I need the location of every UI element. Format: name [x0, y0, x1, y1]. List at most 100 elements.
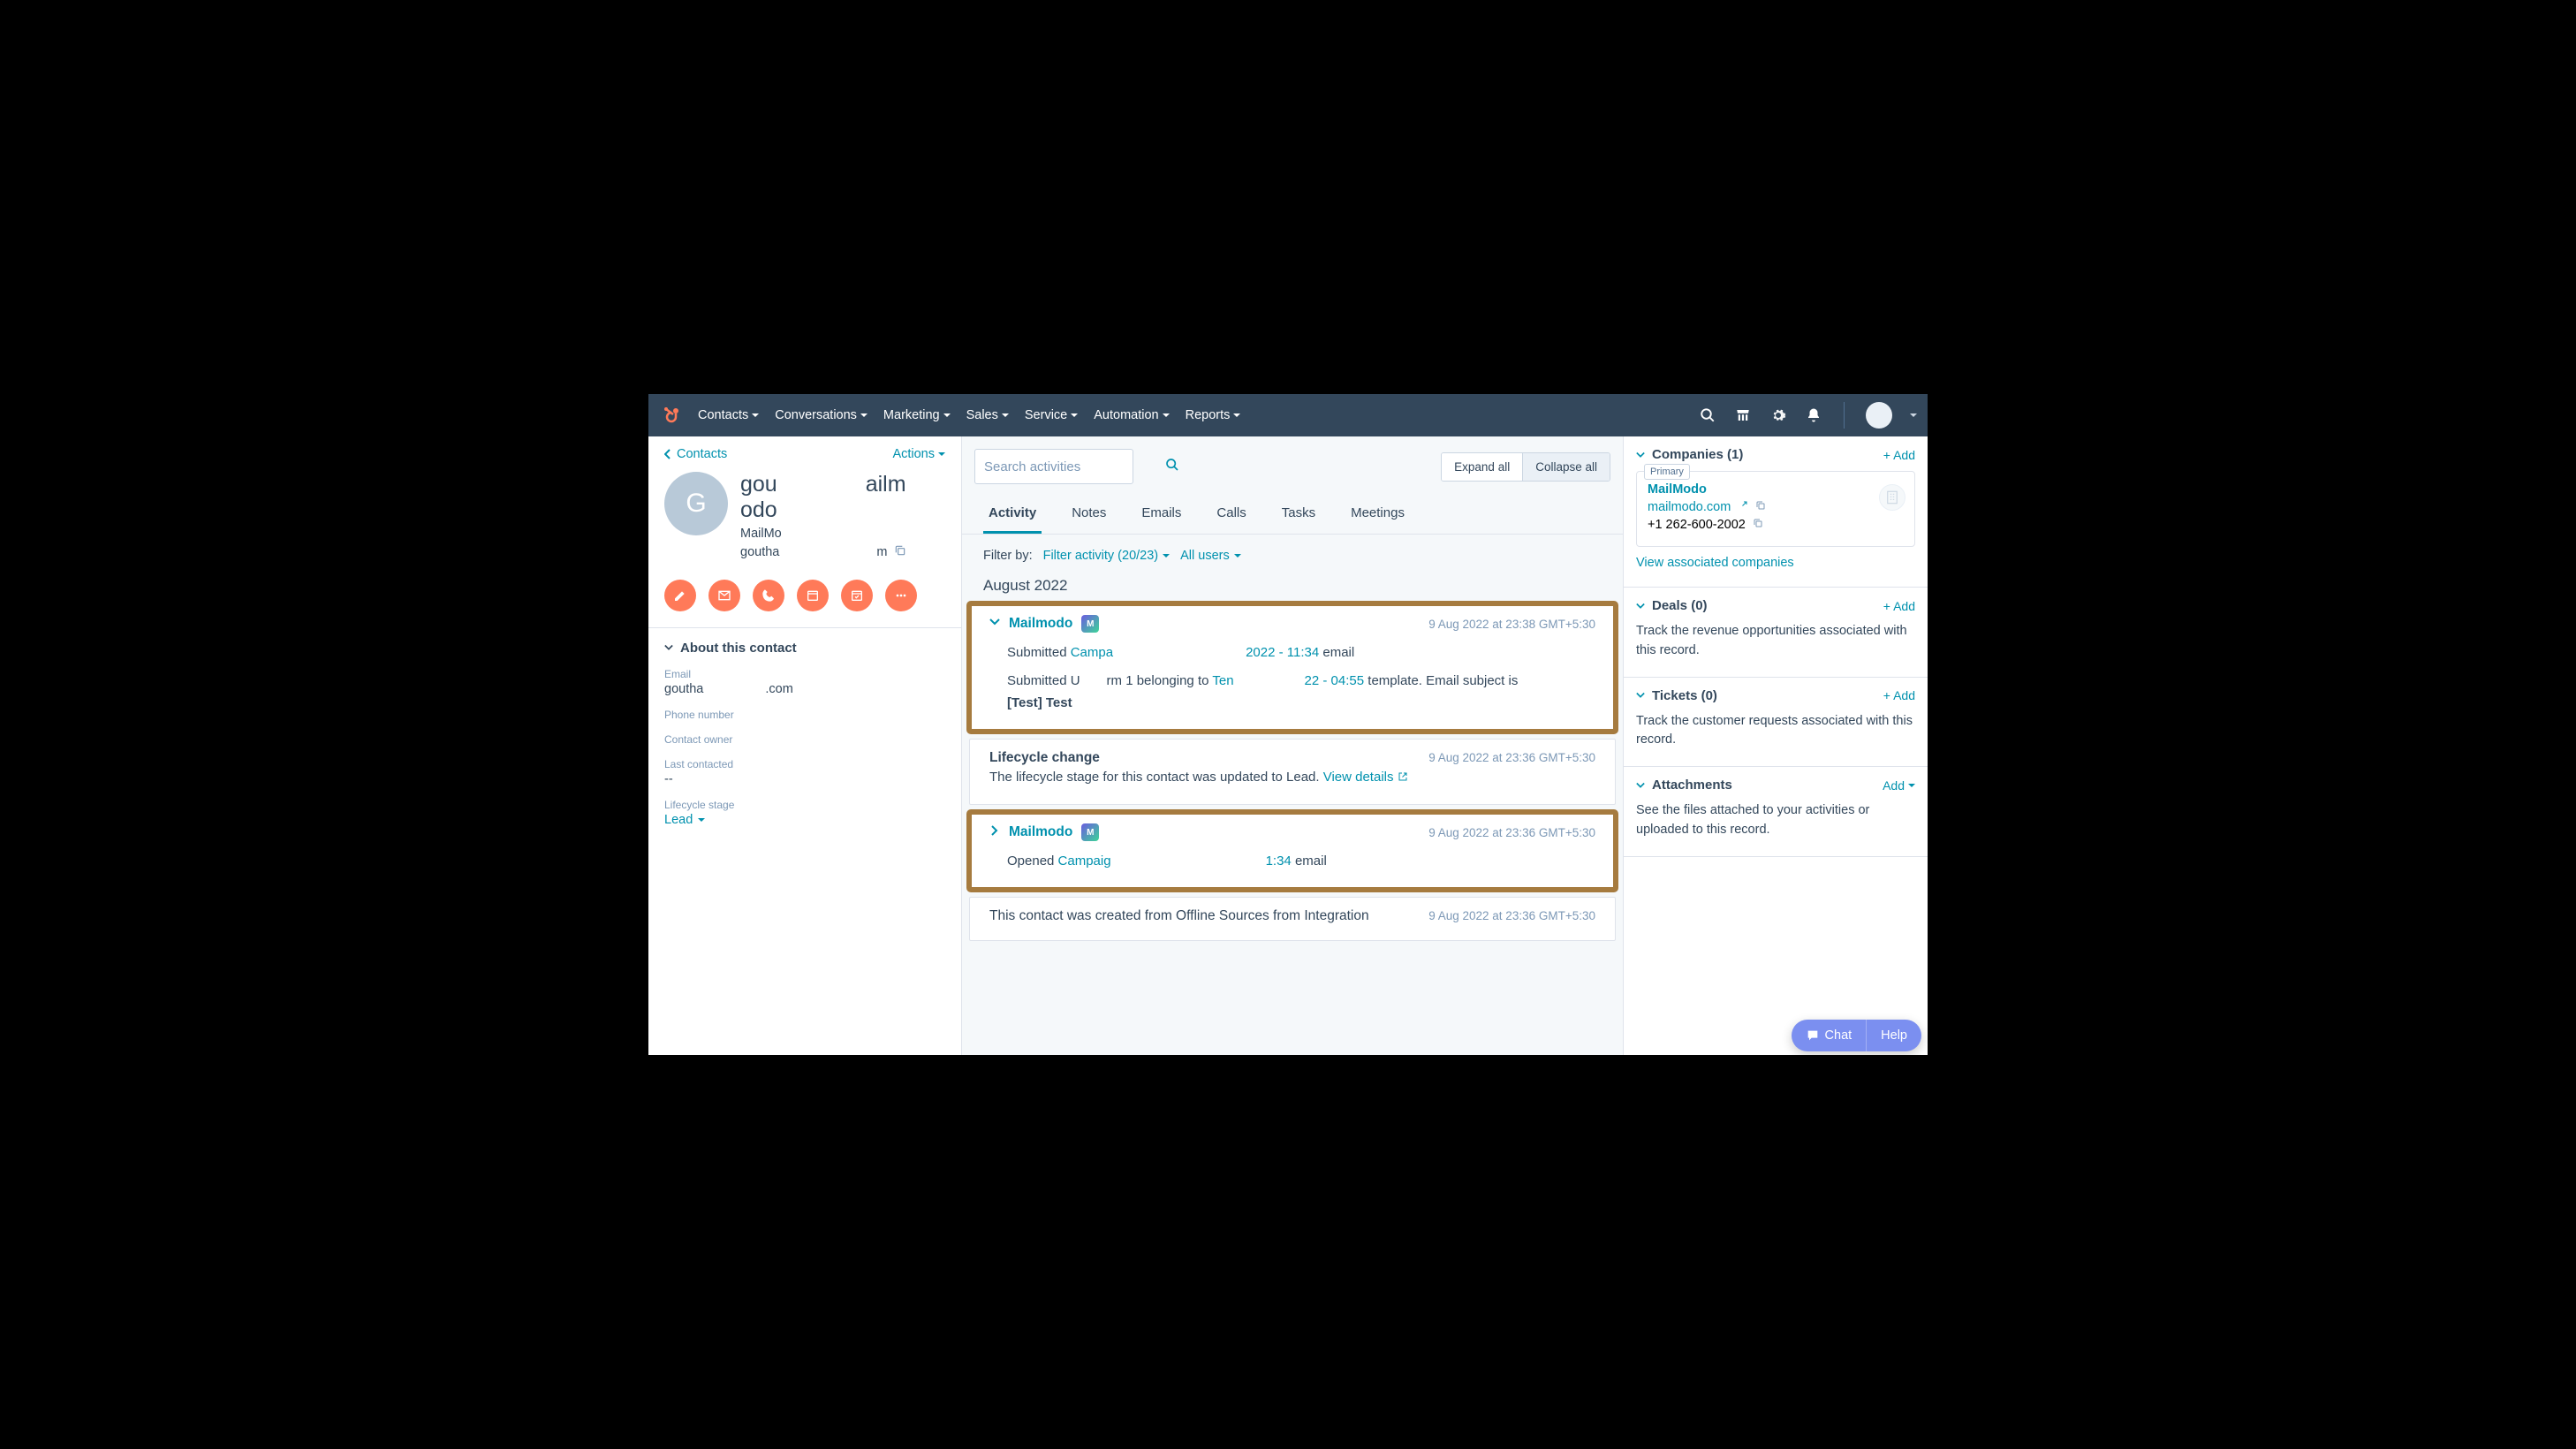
actions-dropdown[interactable]: Actions: [892, 447, 945, 461]
primary-badge: Primary: [1644, 464, 1690, 480]
activity-date: 9 Aug 2022 at 23:38 GMT+5:30: [1428, 618, 1595, 631]
add-ticket-button[interactable]: + Add: [1883, 688, 1915, 702]
user-avatar[interactable]: [1866, 402, 1892, 429]
activity-title: Lifecycle change: [989, 750, 1100, 766]
notifications-bell-icon[interactable]: [1805, 406, 1822, 424]
filter-users-dropdown[interactable]: All users: [1180, 549, 1241, 563]
chat-button[interactable]: Chat: [1792, 1020, 1867, 1051]
view-details-link[interactable]: View details: [1323, 766, 1408, 789]
center-panel: Expand all Collapse all Activity Notes E…: [962, 436, 1623, 1055]
template-link[interactable]: Ten: [1212, 673, 1233, 688]
activity-body: This contact was created from Offline So…: [989, 908, 1369, 924]
lifecycle-label: Lifecycle stage: [664, 799, 945, 811]
help-button[interactable]: Help: [1866, 1020, 1921, 1051]
company-name-link[interactable]: MailModo: [1648, 482, 1707, 497]
last-contacted-label: Last contacted: [664, 758, 945, 770]
mailmodo-icon: M: [1081, 823, 1099, 841]
log-button[interactable]: [797, 580, 829, 611]
tickets-title: Tickets (0): [1652, 688, 1717, 703]
right-panel: Companies (1) + Add Primary MailModo mai…: [1623, 436, 1928, 1055]
activity-source[interactable]: Mailmodo: [1009, 616, 1072, 632]
account-menu-caret[interactable]: [1910, 413, 1917, 417]
activity-card-lifecycle: Lifecycle change 9 Aug 2022 at 23:36 GMT…: [969, 739, 1616, 806]
marketplace-icon[interactable]: [1734, 406, 1752, 424]
contact-avatar: G: [664, 472, 728, 535]
external-link-icon[interactable]: [1738, 500, 1748, 514]
deals-description: Track the revenue opportunities associat…: [1636, 622, 1915, 661]
back-to-contacts-link[interactable]: Contacts: [664, 447, 727, 461]
tab-notes[interactable]: Notes: [1066, 497, 1111, 534]
search-icon[interactable]: [1165, 458, 1179, 476]
nav-marketing[interactable]: Marketing: [883, 408, 951, 422]
companies-title: Companies (1): [1652, 447, 1743, 462]
owner-label: Contact owner: [664, 733, 945, 746]
chevron-down-icon[interactable]: [989, 616, 1000, 632]
tab-meetings[interactable]: Meetings: [1345, 497, 1410, 534]
search-activities[interactable]: [974, 449, 1133, 484]
chevron-down-icon[interactable]: [1636, 781, 1645, 790]
copy-icon[interactable]: [1755, 500, 1766, 514]
phone-label: Phone number: [664, 709, 945, 721]
expand-all-button[interactable]: Expand all: [1442, 453, 1522, 481]
chevron-down-icon[interactable]: [1636, 691, 1645, 700]
chevron-right-icon[interactable]: [989, 824, 1000, 840]
activity-date: 9 Aug 2022 at 23:36 GMT+5:30: [1428, 751, 1595, 764]
tab-emails[interactable]: Emails: [1136, 497, 1186, 534]
last-contacted-value: --: [664, 772, 945, 786]
company-card[interactable]: Primary MailModo mailmodo.com +1 262-600…: [1636, 471, 1915, 547]
copy-icon[interactable]: [894, 544, 906, 560]
campaign-link[interactable]: Campaig: [1058, 853, 1111, 869]
view-associated-companies-link[interactable]: View associated companies: [1636, 556, 1794, 570]
tab-tasks[interactable]: Tasks: [1277, 497, 1321, 534]
add-deal-button[interactable]: + Add: [1883, 599, 1915, 613]
task-button[interactable]: [841, 580, 873, 611]
email-subject: [Test] Test: [1007, 692, 1595, 715]
company-domain-link[interactable]: mailmodo.com: [1648, 500, 1731, 514]
activity-date: 9 Aug 2022 at 23:36 GMT+5:30: [1428, 909, 1595, 922]
campaign-link[interactable]: Campa: [1071, 645, 1113, 660]
email-button[interactable]: [708, 580, 740, 611]
note-button[interactable]: [664, 580, 696, 611]
nav-sales[interactable]: Sales: [966, 408, 1009, 422]
left-panel: Contacts Actions G gouailmodo MailMo gou…: [648, 436, 962, 1055]
settings-gear-icon[interactable]: [1769, 406, 1787, 424]
attachments-description: See the files attached to your activitie…: [1636, 801, 1915, 840]
filter-activity-dropdown[interactable]: Filter activity (20/23): [1043, 549, 1171, 563]
nav-contacts[interactable]: Contacts: [698, 408, 759, 422]
tickets-description: Track the customer requests associated w…: [1636, 712, 1915, 751]
lifecycle-select[interactable]: Lead: [664, 813, 945, 827]
tab-activity[interactable]: Activity: [983, 497, 1042, 534]
company-phone: +1 262-600-2002: [1648, 518, 1746, 532]
more-button[interactable]: [885, 580, 917, 611]
collapse-all-button[interactable]: Collapse all: [1523, 453, 1610, 481]
deals-title: Deals (0): [1652, 598, 1708, 613]
chat-help-widget: Chat Help: [1792, 1020, 1921, 1051]
top-nav: Contacts Conversations Marketing Sales S…: [648, 394, 1928, 436]
email-value: goutha.com: [664, 682, 945, 696]
nav-reports[interactable]: Reports: [1186, 408, 1241, 422]
search-input[interactable]: [984, 459, 1160, 474]
company-logo-icon: [1879, 484, 1905, 511]
email-label: Email: [664, 668, 945, 680]
about-section-toggle[interactable]: About this contact: [648, 628, 961, 668]
contact-company: MailMo: [740, 527, 945, 541]
search-icon[interactable]: [1699, 406, 1716, 424]
contact-name: gouailmodo: [740, 472, 945, 523]
add-company-button[interactable]: + Add: [1883, 448, 1915, 462]
hubspot-logo-icon[interactable]: [659, 403, 684, 428]
add-attachment-button[interactable]: Add: [1883, 778, 1915, 793]
tab-calls[interactable]: Calls: [1211, 497, 1251, 534]
month-header: August 2022: [962, 573, 1623, 603]
nav-conversations[interactable]: Conversations: [775, 408, 868, 422]
mailmodo-icon: M: [1081, 615, 1099, 633]
nav-service[interactable]: Service: [1025, 408, 1078, 422]
activity-date: 9 Aug 2022 at 23:36 GMT+5:30: [1428, 826, 1595, 839]
chevron-down-icon[interactable]: [1636, 451, 1645, 459]
nav-automation[interactable]: Automation: [1094, 408, 1169, 422]
chevron-down-icon[interactable]: [1636, 602, 1645, 611]
attachments-title: Attachments: [1652, 778, 1732, 793]
call-button[interactable]: [753, 580, 784, 611]
copy-icon[interactable]: [1753, 518, 1763, 532]
activity-source[interactable]: Mailmodo: [1009, 824, 1072, 840]
activity-card-created: This contact was created from Offline So…: [969, 897, 1616, 941]
